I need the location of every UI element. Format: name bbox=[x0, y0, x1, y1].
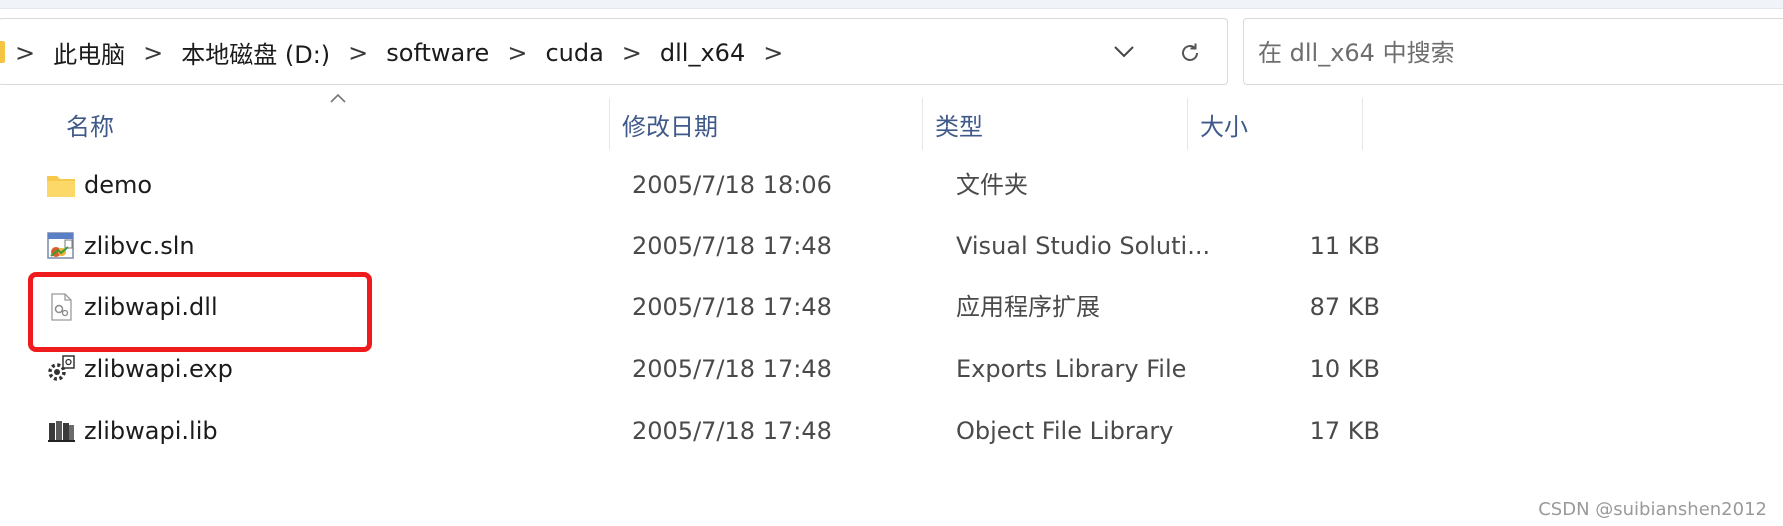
folder-icon bbox=[47, 176, 75, 197]
file-type: 文件夹 bbox=[956, 171, 1028, 199]
refresh-icon bbox=[1182, 43, 1198, 61]
breadcrumb-separator[interactable]: > bbox=[763, 39, 783, 67]
file-modified: 2005/7/18 17:48 bbox=[632, 293, 832, 321]
search-box[interactable] bbox=[1243, 18, 1783, 86]
breadcrumb-separator[interactable]: > bbox=[622, 39, 642, 67]
address-history-dropdown[interactable] bbox=[1107, 35, 1141, 69]
breadcrumb-item-this-pc[interactable]: 此电脑 bbox=[53, 35, 125, 70]
file-type: 应用程序扩展 bbox=[956, 293, 1100, 321]
folder-icon bbox=[0, 41, 5, 63]
breadcrumb-separator[interactable]: > bbox=[143, 39, 163, 67]
file-size: 87 KB bbox=[1309, 293, 1380, 321]
address-bar[interactable]: > 此电脑 > 本地磁盘 (D:) > software > cuda > dl… bbox=[0, 18, 1228, 85]
search-input[interactable] bbox=[1256, 19, 1760, 86]
breadcrumb-item-dll-x64[interactable]: dll_x64 bbox=[660, 39, 745, 67]
file-modified: 2005/7/18 17:48 bbox=[632, 355, 832, 383]
file-name: demo bbox=[84, 171, 153, 199]
file-type: Visual Studio Soluti... bbox=[956, 232, 1211, 260]
title-strip bbox=[0, 0, 1783, 9]
breadcrumb: > 此电脑 > 本地磁盘 (D:) > software > cuda > dl… bbox=[15, 19, 801, 86]
file-size: 10 KB bbox=[1309, 355, 1380, 383]
breadcrumb-item-local-disk[interactable]: 本地磁盘 (D:) bbox=[181, 35, 330, 70]
breadcrumb-separator[interactable]: > bbox=[15, 39, 35, 67]
lib-file-icon bbox=[48, 421, 75, 442]
breadcrumb-item-cuda[interactable]: cuda bbox=[545, 39, 603, 67]
file-explorer-window: > 此电脑 > 本地磁盘 (D:) > software > cuda > dl… bbox=[0, 0, 1783, 526]
column-divider[interactable] bbox=[1362, 98, 1363, 150]
column-header-type[interactable]: 类型 bbox=[923, 98, 1187, 150]
file-size bbox=[1220, 157, 1380, 213]
file-modified: 2005/7/18 17:48 bbox=[632, 417, 832, 445]
file-type: Object File Library bbox=[956, 417, 1174, 445]
file-size: 17 KB bbox=[1309, 417, 1380, 445]
chevron-down-icon bbox=[1114, 46, 1134, 58]
column-header-modified[interactable]: 修改日期 bbox=[610, 98, 922, 150]
file-size: 11 KB bbox=[1309, 232, 1380, 260]
file-type: Exports Library File bbox=[956, 355, 1187, 383]
file-row[interactable]: demo 2005/7/18 18:06 文件夹 bbox=[30, 157, 1390, 213]
highlight-annotation bbox=[28, 272, 372, 352]
file-name: zlibwapi.lib bbox=[84, 417, 218, 445]
exp-file-icon bbox=[48, 355, 75, 381]
file-modified: 2005/7/18 17:48 bbox=[632, 232, 832, 260]
file-modified: 2005/7/18 18:06 bbox=[632, 171, 832, 199]
watermark: CSDN @suibianshen2012 bbox=[1538, 499, 1767, 520]
file-name: zlibvc.sln bbox=[84, 232, 195, 260]
breadcrumb-separator[interactable]: > bbox=[348, 39, 368, 67]
breadcrumb-item-software[interactable]: software bbox=[386, 39, 489, 67]
column-header-size[interactable]: 大小 bbox=[1188, 98, 1362, 150]
column-header-name[interactable]: 名称 bbox=[54, 98, 609, 150]
breadcrumb-separator[interactable]: > bbox=[507, 39, 527, 67]
file-row[interactable]: zlibvc.sln 2005/7/18 17:48 Visual Studio… bbox=[30, 218, 1390, 274]
refresh-button[interactable] bbox=[1169, 33, 1211, 73]
vs-solution-icon bbox=[47, 232, 74, 259]
file-row[interactable]: zlibwapi.lib 2005/7/18 17:48 Object File… bbox=[30, 403, 1390, 459]
